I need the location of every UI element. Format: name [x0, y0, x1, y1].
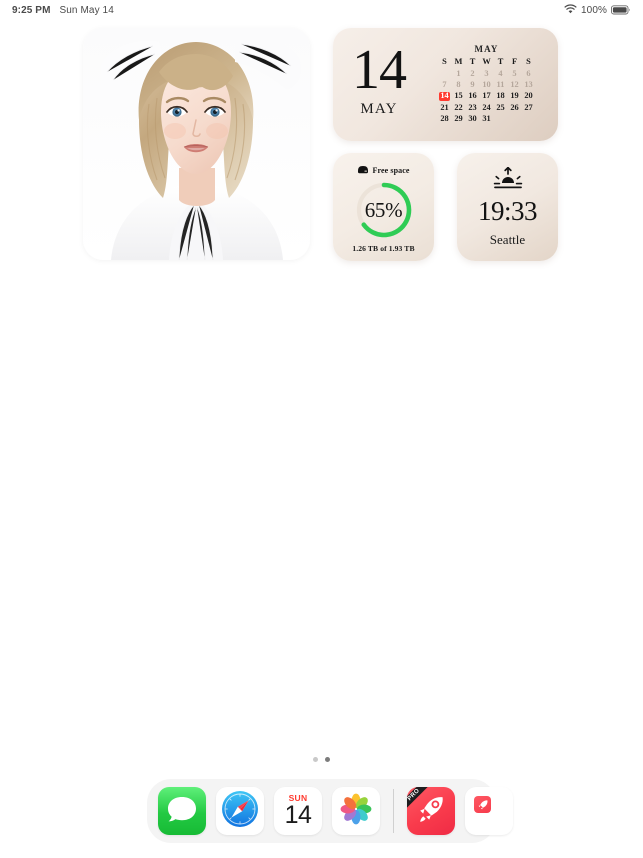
dock-app-photos[interactable] [332, 787, 380, 835]
calendar-icon-day: 14 [284, 801, 312, 830]
calendar-today-highlight: 14 [438, 91, 451, 102]
status-date: Sun May 14 [59, 4, 114, 16]
calendar-widget-month-grid: MAY SMTWTFS 1 2 3 4 5 6 7 8 9 10 11 12 13 14 15 16 17 18 1… [425, 28, 558, 141]
widget-area: 14 MAY MAY SMTWTFS 1 2 3 4 5 6 7 8 9 10 11 12 13 14 15… [0, 26, 643, 266]
rocket-document-icon [474, 796, 491, 813]
calendar-day-22[interactable]: 22 [452, 102, 466, 113]
free-space-title: Free space [372, 165, 410, 175]
calendar-day-23[interactable]: 23 [466, 102, 480, 113]
dock-recent-rocket-pro[interactable]: PRO [407, 787, 455, 835]
sunrise-icon [493, 166, 523, 194]
calendar-weekday-6: S [526, 56, 531, 66]
calendar-month-table: SMTWTFS 1 2 3 4 5 6 7 8 9 10 11 12 13 14 15 16 17 18 19 20 2… [438, 57, 536, 125]
calendar-day-24[interactable]: 24 [480, 102, 494, 113]
calendar-day-6[interactable]: 6 [522, 68, 536, 79]
battery-percent: 100% [581, 4, 607, 16]
free-space-widget[interactable]: Free space 65% 1.26 TB of 1.93 TB [333, 153, 434, 261]
calendar-day-16[interactable]: 16 [466, 91, 480, 102]
calendar-weekday-0: S [442, 56, 447, 66]
free-space-percent: 65% [364, 197, 403, 222]
calendar-day-7[interactable]: 7 [438, 80, 452, 91]
status-bar-right: 100% [564, 3, 631, 17]
wifi-icon [564, 3, 577, 17]
page-indicator[interactable] [0, 757, 643, 762]
calendar-day-30[interactable]: 30 [466, 114, 480, 125]
calendar-day-18[interactable]: 18 [494, 91, 508, 102]
calendar-day-26[interactable]: 26 [508, 102, 522, 113]
free-space-gauge: 65% [350, 181, 418, 239]
sunrise-time: 19:33 [477, 195, 538, 226]
calendar-day-4[interactable]: 4 [494, 68, 508, 79]
calendar-day-15[interactable]: 15 [452, 91, 466, 102]
calendar-day-11[interactable]: 11 [494, 80, 508, 91]
calendar-day-20[interactable]: 20 [522, 91, 536, 102]
calendar-day-21[interactable]: 21 [438, 102, 452, 113]
calendar-day-empty [494, 114, 508, 125]
safari-icon [219, 788, 261, 835]
calendar-weekday-1: M [454, 56, 463, 66]
free-space-detail: 1.26 TB of 1.93 TB [352, 244, 415, 253]
calendar-day-today[interactable]: 14 [438, 91, 452, 102]
calendar-weekday-5: F [511, 56, 518, 66]
calendar-day-2[interactable]: 2 [466, 68, 480, 79]
calendar-day-28[interactable]: 28 [438, 114, 452, 125]
calendar-day-5[interactable]: 5 [508, 68, 522, 79]
calendar-day-empty [438, 68, 452, 79]
hard-drive-icon [357, 161, 369, 179]
calendar-weekday-4: T [497, 56, 504, 66]
sunrise-city: Seattle [489, 231, 526, 247]
calendar-weekday-2: T [469, 56, 476, 66]
calendar-day-1[interactable]: 1 [452, 68, 466, 79]
photos-icon [338, 791, 374, 832]
dock-app-safari[interactable] [216, 787, 264, 835]
dock-recent-rocket-document[interactable] [465, 787, 513, 835]
calendar-day-12[interactable]: 12 [508, 80, 522, 91]
battery-full-icon [611, 5, 631, 15]
status-time: 9:25 PM [12, 4, 51, 16]
calendar-day-27[interactable]: 27 [522, 102, 536, 113]
calendar-day-25[interactable]: 25 [494, 102, 508, 113]
page-dot-1[interactable] [325, 757, 330, 762]
calendar-day-9[interactable]: 9 [466, 80, 480, 91]
calendar-weekday-header-row: SMTWTFS [438, 57, 536, 68]
free-space-header: Free space [357, 161, 409, 179]
calendar-week-row: 21 22 23 24 25 26 27 [438, 102, 536, 113]
calendar-week-row: 14 15 16 17 18 19 20 [438, 91, 536, 102]
sunrise-widget[interactable]: 19:33 Seattle [457, 153, 558, 261]
calendar-day-10[interactable]: 10 [480, 80, 494, 91]
status-bar-left: 9:25 PM Sun May 14 [12, 5, 114, 16]
calendar-day-31[interactable]: 31 [480, 114, 494, 125]
dock-app-messages[interactable] [158, 787, 206, 835]
status-bar: 9:25 PM Sun May 14 100% [0, 0, 643, 20]
calendar-day-3[interactable]: 3 [480, 68, 494, 79]
portrait-photo [83, 28, 310, 260]
dock-divider [393, 789, 394, 833]
calendar-widget-month-label: MAY [360, 100, 398, 117]
calendar-week-row: 7 8 9 10 11 12 13 [438, 80, 536, 91]
calendar-widget-date-block: 14 MAY [333, 28, 425, 141]
photo-widget[interactable] [83, 28, 310, 260]
messages-icon [166, 794, 198, 829]
dock: SUN 14 PRO [147, 779, 513, 843]
calendar-week-row: 28 29 30 31 [438, 114, 536, 125]
page-dot-0[interactable] [313, 757, 318, 762]
calendar-day-8[interactable]: 8 [452, 80, 466, 91]
calendar-weekday-3: W [482, 56, 491, 66]
calendar-week-row: 123456 [438, 68, 536, 79]
calendar-day-13[interactable]: 13 [522, 80, 536, 91]
calendar-widget-day-number: 14 [352, 39, 407, 102]
photo-widget-image [83, 28, 310, 260]
calendar-day-19[interactable]: 19 [508, 91, 522, 102]
calendar-widget[interactable]: 14 MAY MAY SMTWTFS 1 2 3 4 5 6 7 8 9 10 11 12 13 14 15… [333, 28, 558, 141]
calendar-day-empty [522, 114, 536, 125]
calendar-day-empty [508, 114, 522, 125]
calendar-day-29[interactable]: 29 [452, 114, 466, 125]
calendar-day-17[interactable]: 17 [480, 91, 494, 102]
rocket-icon [415, 793, 447, 830]
calendar-widget-month-title: MAY [474, 43, 499, 54]
dock-app-calendar[interactable]: SUN 14 [274, 787, 322, 835]
